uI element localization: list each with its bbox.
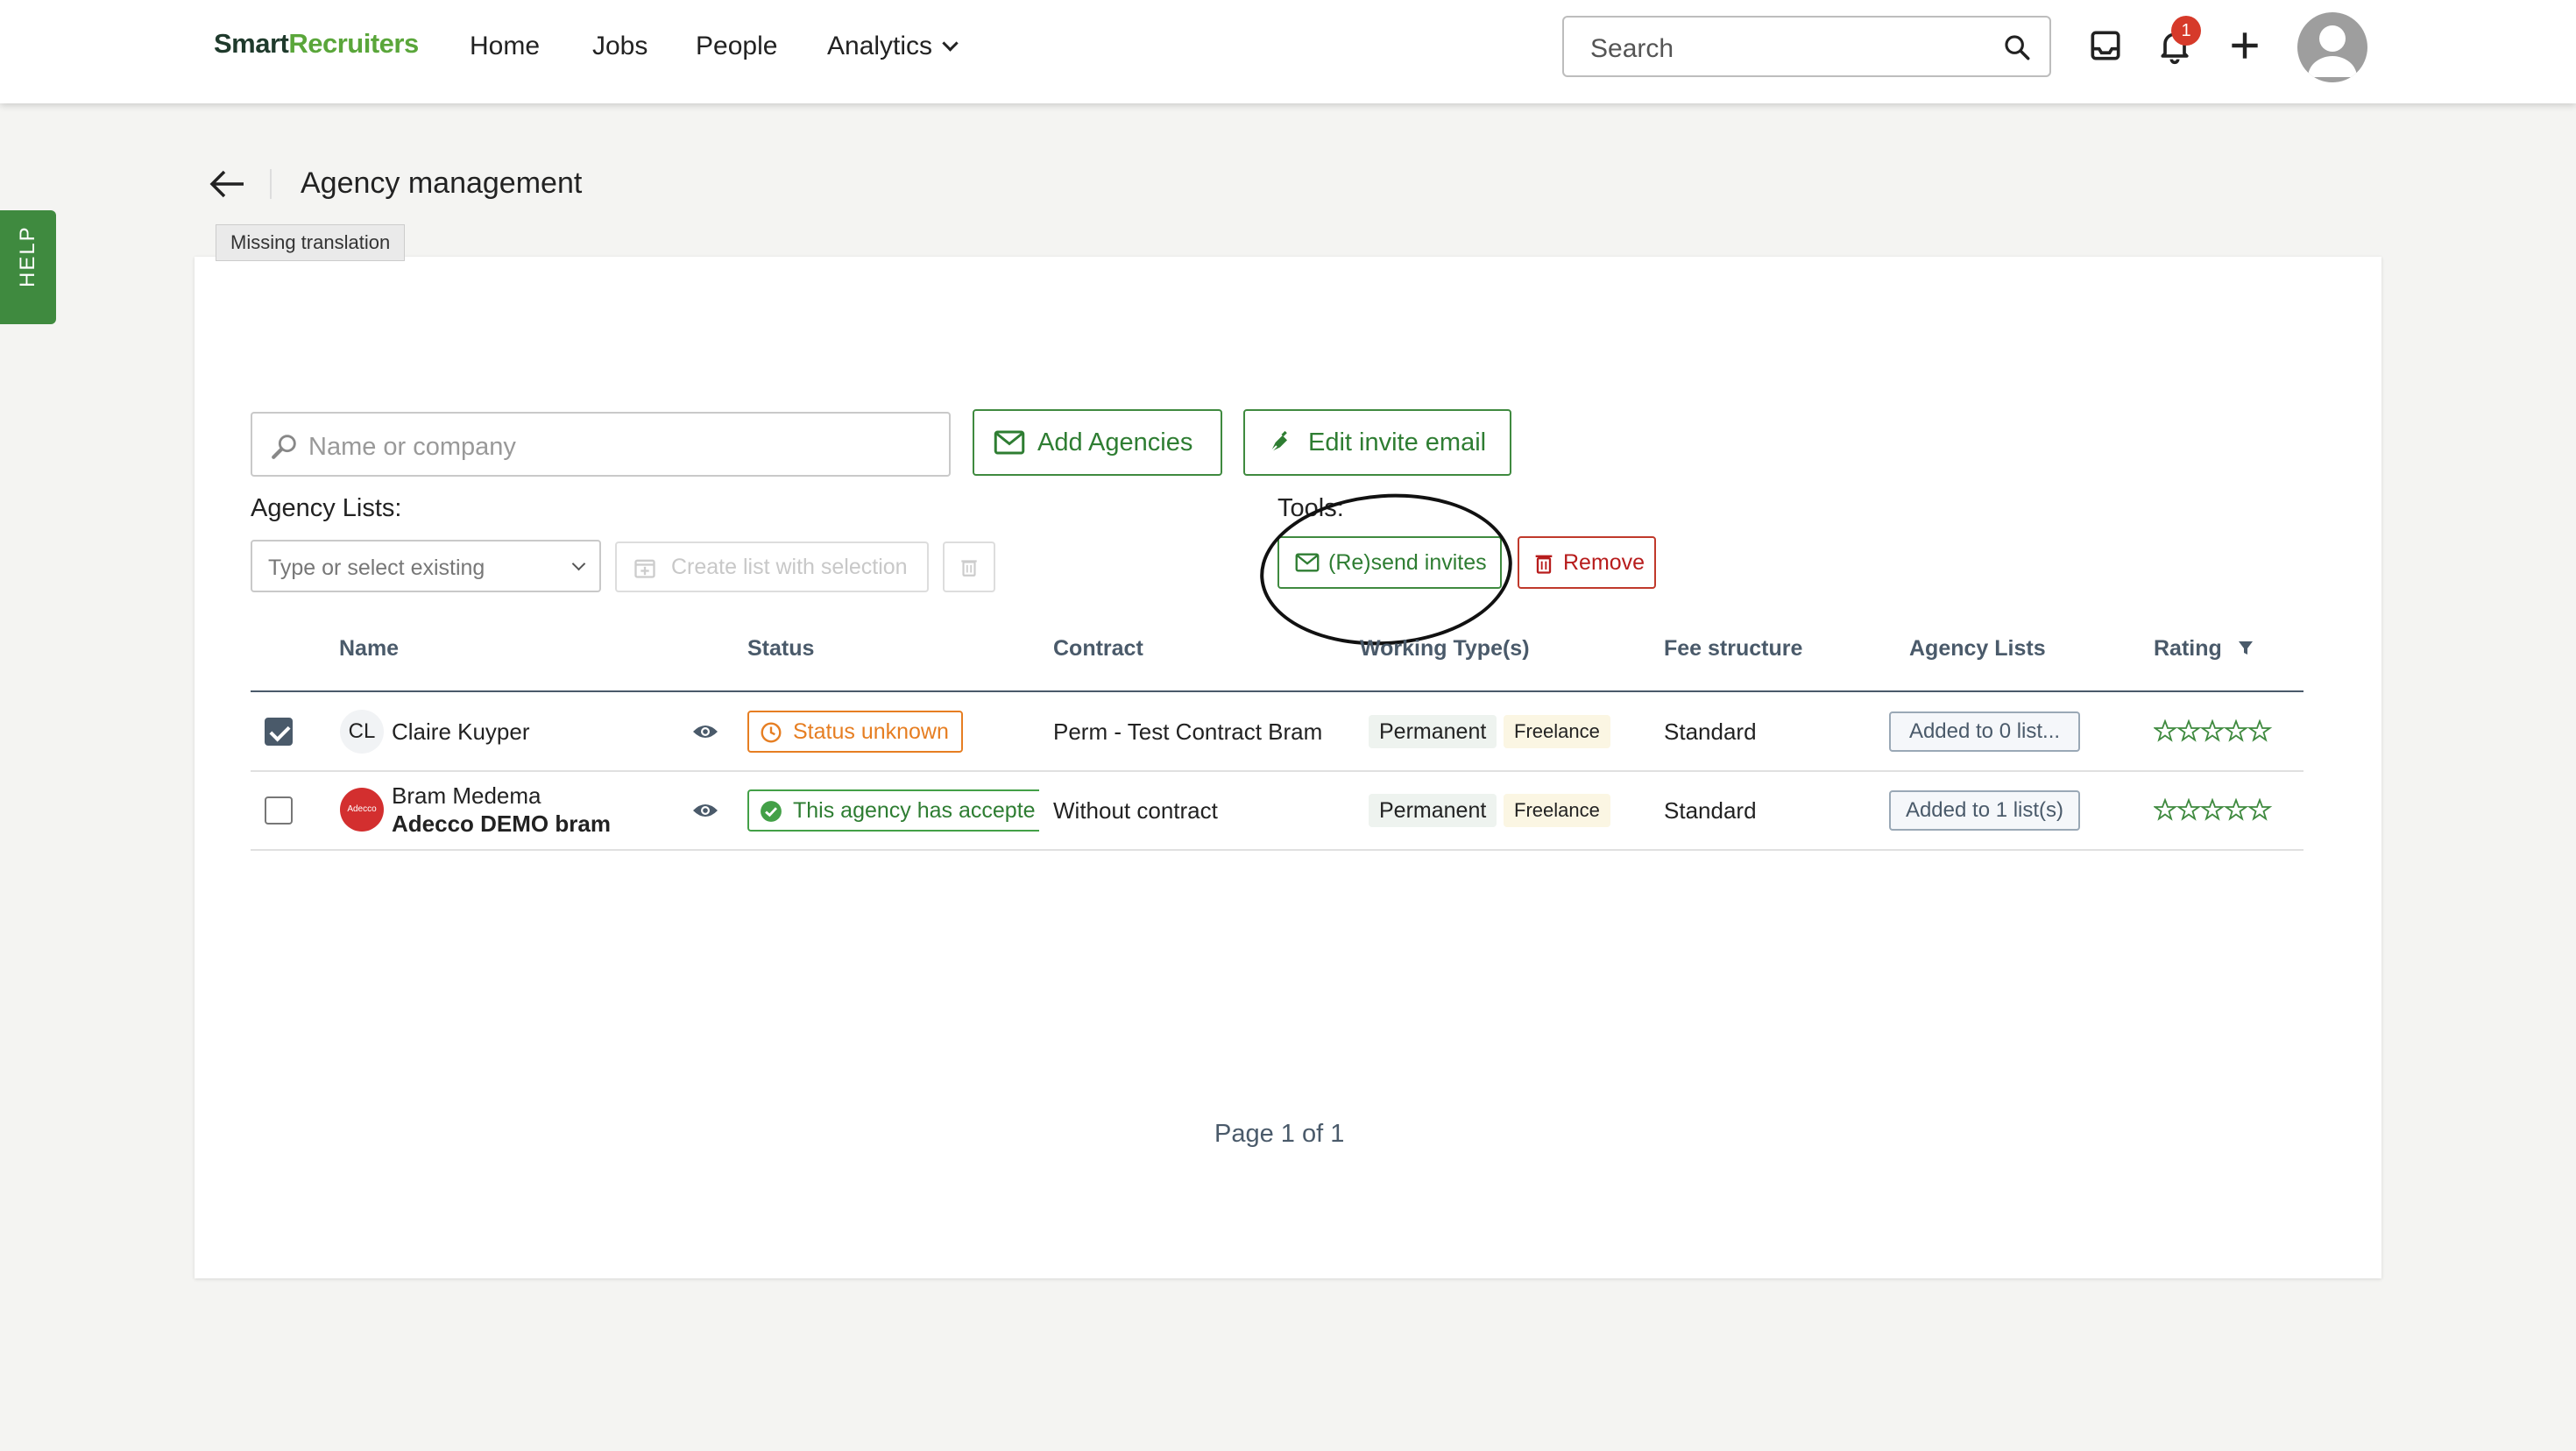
status-badge: Status unknown bbox=[747, 711, 963, 753]
column-header-working-types[interactable]: Working Type(s) bbox=[1360, 636, 1530, 662]
smartrecruiters-logo[interactable]: SmartRecruiters bbox=[214, 28, 419, 60]
help-tab-label: HELP bbox=[16, 225, 39, 287]
nav-analytics[interactable]: Analytics bbox=[827, 32, 959, 61]
agency-company: Adecco DEMO bram bbox=[392, 810, 611, 837]
nav-analytics-label: Analytics bbox=[827, 32, 933, 60]
status-text: This agency has accepte bbox=[793, 798, 1036, 823]
rating-header-label: Rating bbox=[2154, 636, 2222, 661]
page-title: Agency management bbox=[301, 166, 583, 200]
star-rating[interactable] bbox=[2154, 798, 2273, 823]
remove-label: Remove bbox=[1563, 550, 1645, 575]
working-type-tag: Freelance bbox=[1504, 715, 1610, 748]
column-header-name[interactable]: Name bbox=[339, 636, 399, 662]
fee-structure-text: Standard bbox=[1664, 718, 1757, 745]
global-search-input[interactable]: Search bbox=[1562, 16, 2051, 77]
star-rating[interactable] bbox=[2154, 719, 2273, 744]
top-navigation-bar: SmartRecruiters Home Jobs People Analyti… bbox=[0, 0, 2576, 103]
nav-people[interactable]: People bbox=[696, 32, 777, 61]
status-badge: This agency has accepte bbox=[747, 789, 1039, 832]
nav-jobs[interactable]: Jobs bbox=[592, 32, 648, 61]
agency-lists-button[interactable]: Added to 1 list(s) bbox=[1889, 790, 2080, 831]
status-text: Status unknown bbox=[793, 719, 949, 744]
eye-icon[interactable] bbox=[692, 722, 718, 741]
chevron-down-icon bbox=[942, 35, 959, 52]
agency-name[interactable]: Claire Kuyper bbox=[392, 718, 530, 746]
search-placeholder: Search bbox=[1590, 34, 1674, 63]
filter-icon[interactable] bbox=[2237, 640, 2254, 657]
clock-icon bbox=[761, 722, 782, 743]
name-or-company-search-input[interactable]: Name or company bbox=[251, 412, 951, 477]
pen-nib-icon bbox=[1269, 430, 1287, 454]
add-agencies-button[interactable]: Add Agencies bbox=[973, 409, 1222, 476]
row-checkbox[interactable] bbox=[265, 796, 293, 825]
create-list-button[interactable]: Create list with selection bbox=[615, 541, 929, 592]
create-list-label: Create list with selection bbox=[671, 555, 908, 579]
add-agencies-label: Add Agencies bbox=[1037, 428, 1193, 457]
fee-structure-text: Standard bbox=[1664, 797, 1757, 824]
user-silhouette-icon bbox=[2308, 25, 2357, 77]
back-arrow-icon[interactable] bbox=[209, 168, 247, 200]
working-type-tag: Permanent bbox=[1369, 715, 1497, 748]
contract-text: Perm - Test Contract Bram bbox=[1053, 718, 1323, 745]
edit-invite-email-label: Edit invite email bbox=[1308, 428, 1487, 457]
agency-lists-label: Agency Lists: bbox=[251, 494, 402, 522]
chevron-down-icon bbox=[571, 556, 586, 571]
edit-invite-email-button[interactable]: Edit invite email bbox=[1243, 409, 1511, 476]
row-checkbox[interactable] bbox=[265, 718, 293, 746]
check-circle-icon bbox=[761, 801, 782, 822]
list-select-placeholder: Type or select existing bbox=[268, 556, 485, 580]
agency-list-select[interactable]: Type or select existing bbox=[251, 540, 601, 592]
pagination-text: Page 1 of 1 bbox=[1214, 1120, 1345, 1148]
column-header-contract[interactable]: Contract bbox=[1053, 636, 1143, 662]
remove-button[interactable]: Remove bbox=[1518, 536, 1656, 589]
name-input-placeholder: Name or company bbox=[308, 433, 516, 461]
trash-icon bbox=[961, 560, 977, 577]
envelope-icon bbox=[994, 430, 1025, 455]
table-header-divider bbox=[251, 690, 2304, 692]
delete-list-button[interactable] bbox=[943, 541, 995, 592]
column-header-agency-lists[interactable]: Agency Lists bbox=[1909, 636, 2046, 662]
agency-name[interactable]: Bram Medema bbox=[392, 782, 541, 810]
help-tab[interactable]: HELP bbox=[0, 210, 56, 324]
search-icon[interactable] bbox=[2002, 32, 2032, 62]
inbox-icon[interactable] bbox=[2086, 26, 2125, 65]
column-header-fee-structure[interactable]: Fee structure bbox=[1664, 636, 1802, 662]
row-divider bbox=[251, 849, 2304, 851]
eye-icon[interactable] bbox=[692, 801, 718, 820]
notification-count-badge: 1 bbox=[2171, 16, 2201, 46]
user-avatar[interactable] bbox=[2297, 12, 2367, 82]
nav-home[interactable]: Home bbox=[470, 32, 540, 61]
missing-translation-tooltip: Missing translation bbox=[216, 224, 406, 261]
agency-initials-avatar: CL bbox=[340, 710, 384, 754]
agency-logo: Adecco bbox=[340, 788, 384, 832]
agency-lists-button[interactable]: Added to 0 list... bbox=[1889, 711, 2080, 752]
plus-icon[interactable] bbox=[2226, 26, 2264, 65]
header-divider bbox=[270, 169, 272, 199]
working-type-tag: Freelance bbox=[1504, 794, 1610, 827]
column-header-rating[interactable]: Rating bbox=[2154, 636, 2254, 662]
calendar-plus-icon bbox=[634, 559, 655, 578]
trash-icon bbox=[1535, 555, 1553, 574]
column-header-status[interactable]: Status bbox=[747, 636, 814, 662]
contract-text: Without contract bbox=[1053, 797, 1218, 824]
working-type-tag: Permanent bbox=[1369, 794, 1497, 827]
magnifier-icon bbox=[272, 435, 296, 459]
row-divider bbox=[251, 770, 2304, 772]
